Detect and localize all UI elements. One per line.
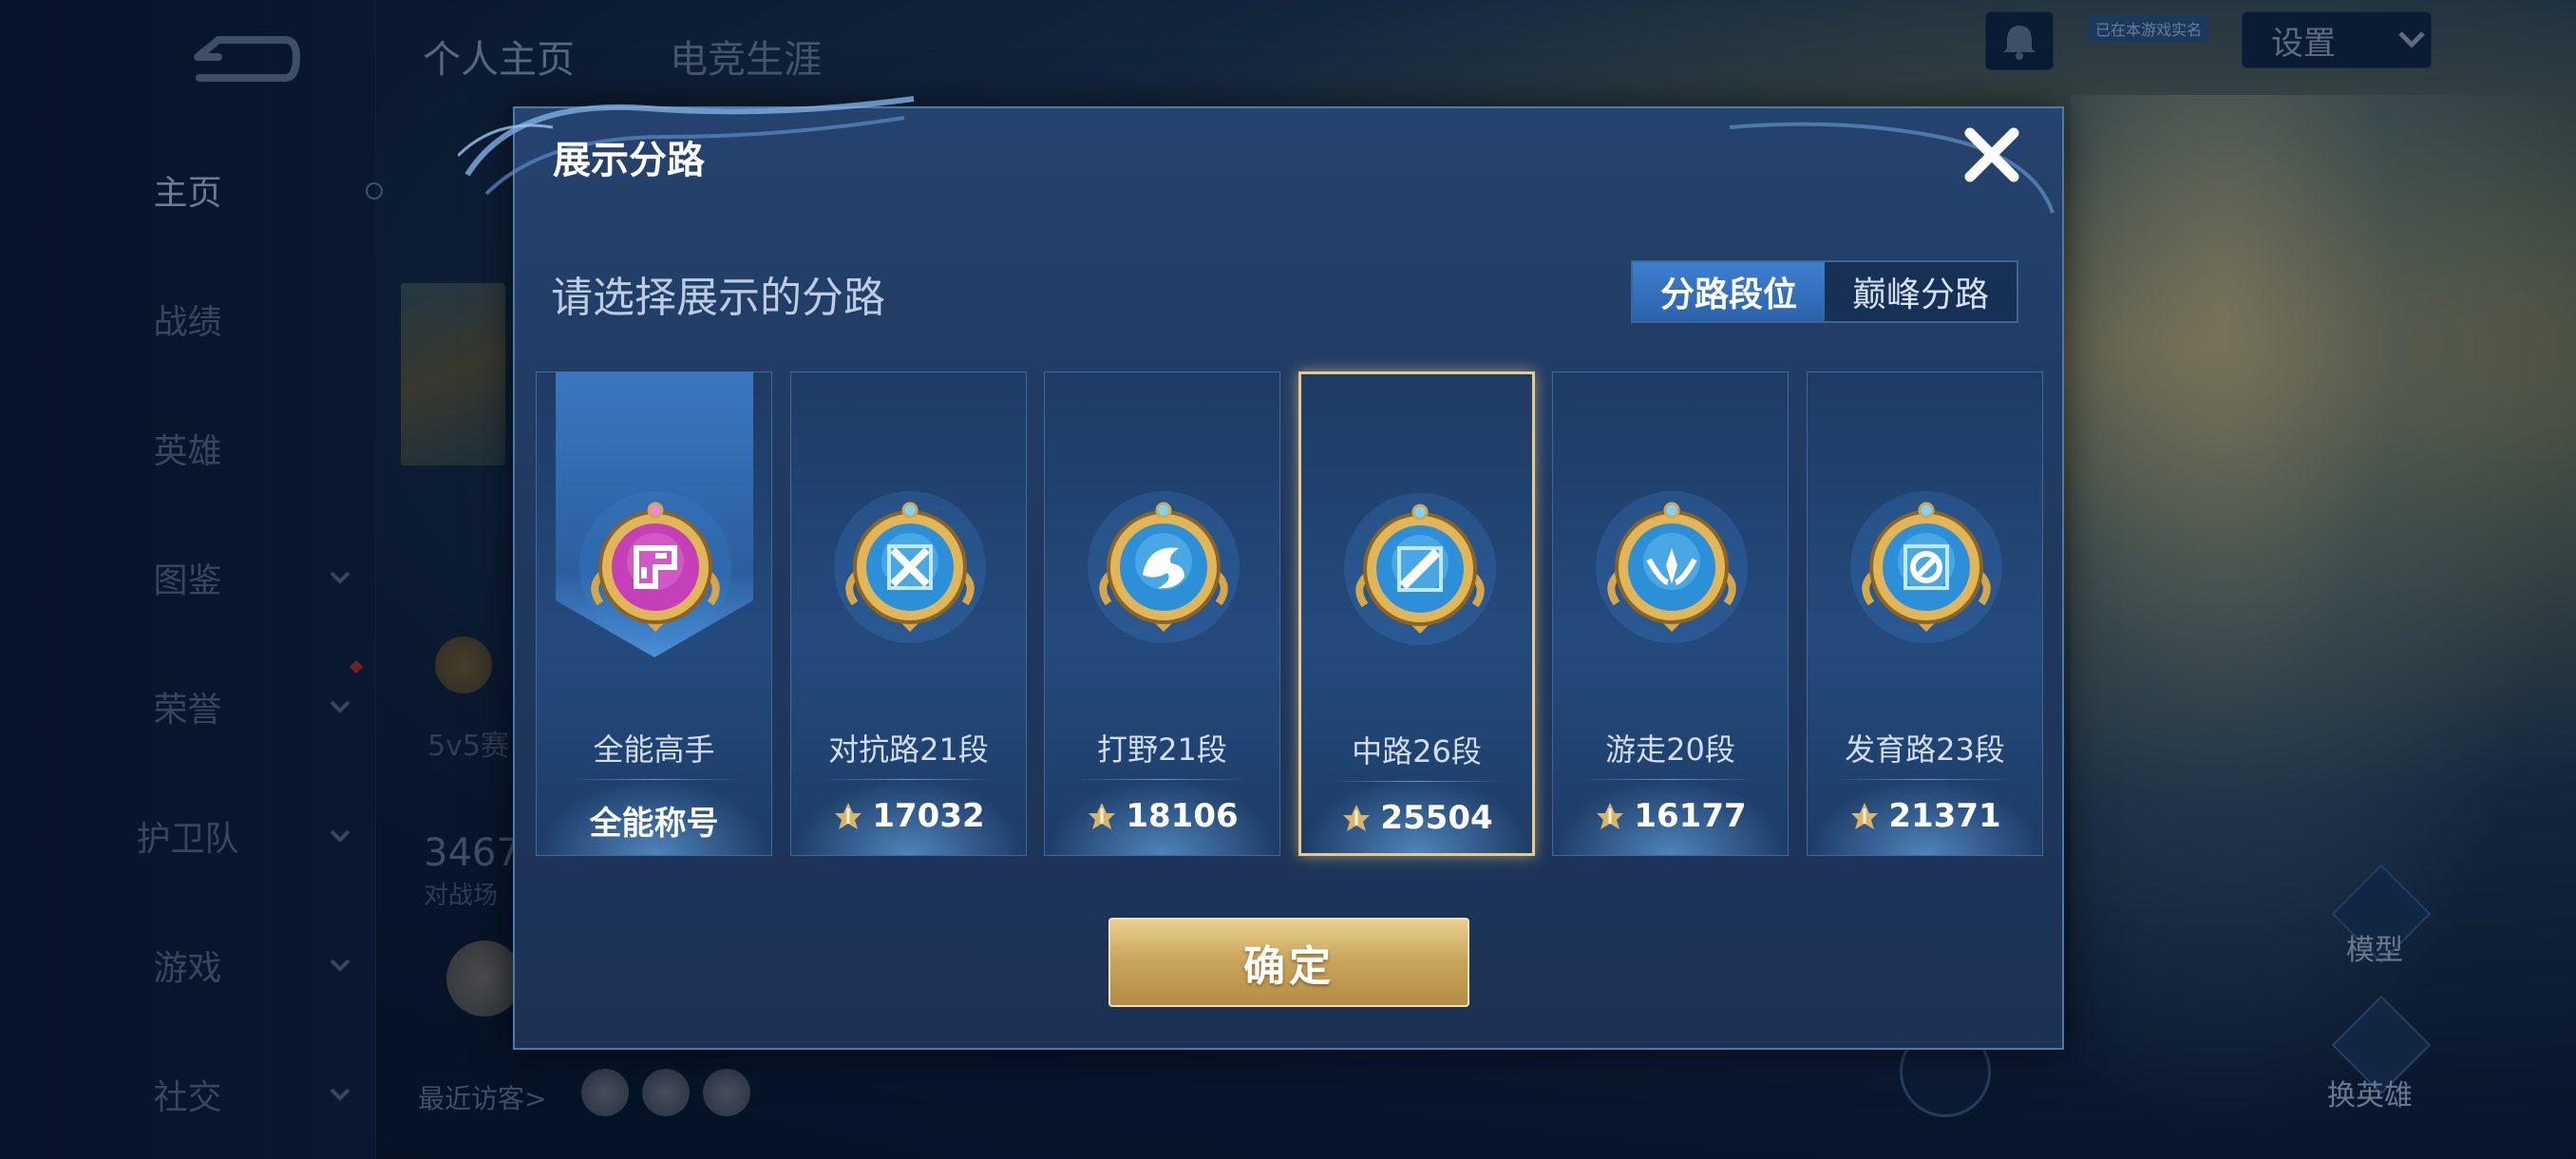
card-divider — [1836, 779, 2014, 780]
lane-card-value: 25504 — [1301, 799, 1532, 837]
tab-lane-rank[interactable]: 分路段位 — [1633, 262, 1825, 321]
power-score-icon — [1851, 803, 1879, 829]
card-divider — [820, 779, 997, 780]
lane-card-name: 发育路23段 — [1845, 732, 2005, 768]
lane-type-toggle: 分路段位 巅峰分路 — [1631, 260, 2018, 323]
card-divider — [1582, 779, 1759, 780]
lane-card-value-text: 17032 — [872, 797, 985, 835]
confirm-button[interactable]: 确定 — [1108, 918, 1469, 1007]
roam-emblem-icon — [1596, 491, 1748, 643]
card-divider — [565, 779, 743, 780]
jungle-emblem-icon — [1088, 491, 1240, 643]
lane-display-dialog: 展示分路 请选择展示的分路 分路段位 巅峰分路 全能高手 全能称号 对抗路21段 17… — [458, 96, 2064, 1050]
dialog-subtitle: 请选择展示的分路 — [551, 274, 885, 322]
card-divider — [1073, 779, 1251, 780]
lane-card-value-text: 全能称号 — [589, 805, 719, 843]
dialog-title: 展示分路 — [553, 139, 705, 182]
lane-card-list: 全能高手 全能称号 对抗路21段 17032 打野21段 18106 中路26段 25504 游… — [536, 371, 2046, 858]
lane-card[interactable]: 发育路23段 21371 — [1807, 371, 2043, 856]
lane-card-value: 18106 — [1045, 797, 1279, 835]
power-score-icon — [835, 803, 862, 829]
lane-card[interactable]: 游走20段 16177 — [1552, 371, 1789, 856]
lane-card-value-text: 18106 — [1126, 797, 1239, 835]
lane-card-value-text: 25504 — [1380, 799, 1493, 837]
lane-card[interactable]: 打野21段 18106 — [1044, 371, 1280, 856]
farm-lane-emblem-icon — [1850, 491, 2002, 643]
lane-card-value-text: 21371 — [1888, 797, 2001, 835]
lane-card-value-text: 16177 — [1634, 797, 1747, 835]
power-score-icon — [1597, 803, 1624, 829]
mid-lane-emblem-icon — [1344, 493, 1496, 645]
close-icon[interactable] — [1959, 122, 2025, 188]
lane-card[interactable]: 对抗路21段 17032 — [790, 371, 1027, 856]
clash-lane-emblem-icon — [834, 491, 986, 643]
power-score-icon — [1343, 805, 1371, 831]
power-score-icon — [1089, 803, 1116, 829]
all-round-emblem-icon — [579, 491, 731, 643]
lane-card-value: 全能称号 — [537, 797, 771, 844]
lane-card-value: 21371 — [1808, 797, 2042, 835]
tab-peak-lane[interactable]: 巅峰分路 — [1825, 262, 2017, 321]
lane-card-name: 打野21段 — [1097, 732, 1227, 768]
lane-card-name: 中路26段 — [1352, 733, 1482, 770]
card-divider — [1330, 781, 1504, 782]
lane-card[interactable]: 中路26段 25504 — [1298, 371, 1535, 856]
lane-card-value: 17032 — [791, 797, 1026, 835]
lane-card-name: 游走20段 — [1605, 732, 1735, 768]
lane-card-value: 16177 — [1553, 797, 1788, 835]
lane-card-name: 全能高手 — [593, 732, 715, 768]
lane-card-name: 对抗路21段 — [828, 732, 989, 768]
lane-card[interactable]: 全能高手 全能称号 — [536, 371, 772, 856]
